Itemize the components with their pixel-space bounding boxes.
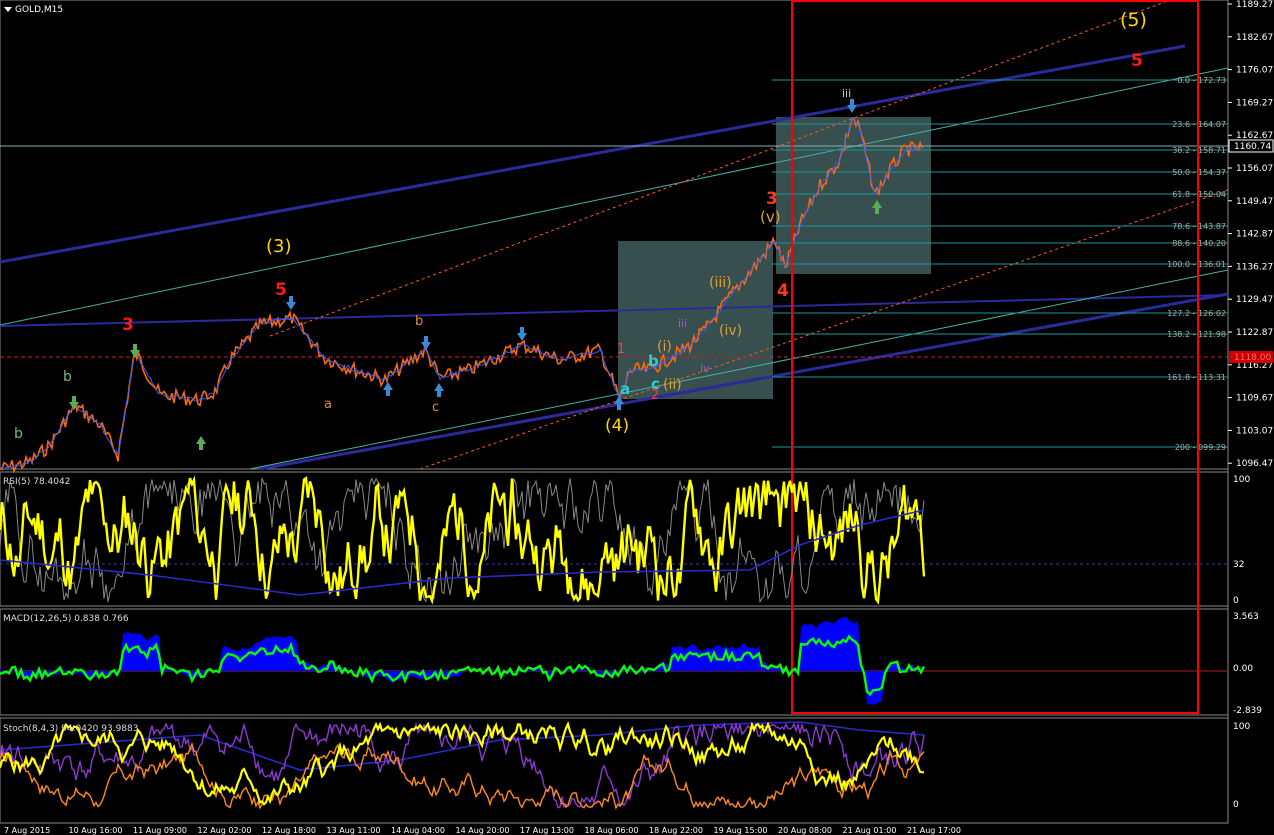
stoch-title: Stoch(8,4,3) 94.0420 93.9883 [3,724,138,734]
wave-label-v: (v) [760,208,781,226]
wave-label-iii-purple: iii [678,317,687,330]
wave-label-a-orange: a [324,397,332,412]
wave-label-3-left: 3 [122,315,134,335]
wave-label-5-red: 5 [1131,51,1143,71]
price-tick: 1142.87 [1236,230,1273,240]
time-tick: 10 Aug 16:00 [69,826,123,835]
time-tick: 13 Aug 11:00 [327,826,381,835]
rsi-tick-32: 32 [1233,560,1244,570]
wave-label-4-big: (4) [605,416,629,436]
wave-label-i: (i) [657,339,672,355]
fib-level-label: 138.2 - 121.98 [1167,330,1226,339]
fib-level-label: 127.2 - 126.02 [1167,309,1226,318]
price-tick: 1149.47 [1236,197,1273,207]
wave-label-ii: (ii) [663,377,682,393]
fib-level-label: 78.6 - 143.87 [1172,222,1226,231]
fib-level-label: 200 - 099.29 [1175,443,1226,452]
wave-label-iii: (iii) [709,275,732,291]
price-axis: 1189.271182.671176.071169.271162.671156.… [1228,0,1273,469]
rsi-title: RSI(5) 78.4042 [3,477,70,487]
macd-tick-low: -2.839 [1233,706,1262,716]
price-tick: 1182.67 [1236,33,1273,43]
time-tick: 18 Aug 06:00 [585,826,639,835]
marker-price-label: 1118.00 [1234,353,1271,363]
price-tick: 1176.07 [1236,66,1273,76]
time-axis: 7 Aug 2015 10 Aug 16:00 11 Aug 09:00 12 Aug… [4,826,961,835]
wave-label-b-orange: b [415,314,423,329]
fib-level-label: 61.8 - 150.04 [1172,190,1226,199]
wave-label-4-mid: 4 [777,281,789,301]
price-tick: 1136.27 [1236,262,1273,272]
rsi-tick-0: 0 [1233,596,1239,606]
time-tick: 12 Aug 18:00 [262,826,316,835]
macd-tick-high: 3.563 [1233,612,1259,622]
time-tick: 21 Aug 01:00 [843,826,897,835]
fib-level-label: 23.6 - 164.07 [1172,120,1226,129]
price-tick: 1129.47 [1236,295,1273,305]
time-tick: 17 Aug 13:00 [520,826,574,835]
time-tick: 20 Aug 08:00 [778,826,832,835]
wave-label-5-left: 5 [275,280,287,300]
wave-label-c-orange: c [432,400,439,415]
macd-panel[interactable] [0,608,1229,716]
price-tick: 1156.07 [1236,164,1273,174]
wave-label-iv: (iv) [719,323,742,339]
time-tick: 7 Aug 2015 [4,826,50,835]
stoch-tick-100: 100 [1233,722,1250,732]
fib-zone-box-left [618,241,773,399]
price-tick: 1122.87 [1236,328,1273,338]
time-tick: 12 Aug 02:00 [198,826,252,835]
stoch-tick-0: 0 [1233,800,1239,810]
fib-level-label: 88.6 - 140.20 [1172,239,1226,248]
fib-zone-box-right [776,117,931,274]
time-tick: 18 Aug 22:00 [649,826,703,835]
time-tick: 14 Aug 20:00 [456,826,510,835]
wave-label-iii-top: iii [842,87,851,100]
trading-chart[interactable]: 0.0 - 172.7323.6 - 164.0738.2 - 158.7150… [0,0,1274,835]
fib-level-label: 0.0 - 172.73 [1177,76,1226,85]
macd-title: MACD(12,26,5) 0.838 0.766 [3,614,129,624]
rsi-tick-100: 100 [1233,475,1250,485]
wave-label-iv-purple: iv [700,362,710,375]
time-tick: 19 Aug 15:00 [714,826,768,835]
fib-level-label: 100.0 - 136.01 [1167,260,1226,269]
time-tick: 11 Aug 09:00 [133,826,187,835]
time-tick: 21 Aug 17:00 [907,826,961,835]
wave-label-1-small: 1 [617,342,625,357]
price-tick: 1189.27 [1236,0,1273,10]
macd-tick-zero: 0.00 [1233,664,1253,674]
wave-label-3-mid: 3 [766,189,778,209]
price-tick: 1109.67 [1236,394,1273,404]
price-tick: 1169.27 [1236,98,1273,108]
price-tick: 1096.47 [1236,459,1273,469]
price-tick: 1103.07 [1236,426,1273,436]
wave-label-3-big: (3) [266,236,292,257]
fib-level-label: 38.2 - 158.71 [1172,146,1226,155]
wave-label-5-big: (5) [1120,9,1147,31]
wave-label-b-green-2: b [14,426,23,442]
current-price-label: 1160.74 [1234,142,1271,152]
wave-label-2-small: 2 [651,388,659,403]
time-tick: 14 Aug 04:00 [391,826,445,835]
fib-level-label: 161.8 - 113.31 [1167,373,1226,382]
fib-level-label: 50.0 - 154.37 [1172,168,1226,177]
wave-label-b-green: b [63,369,72,385]
chart-symbol-title: GOLD,M15 [15,5,63,15]
wave-label-a-cyan: a [620,380,630,398]
